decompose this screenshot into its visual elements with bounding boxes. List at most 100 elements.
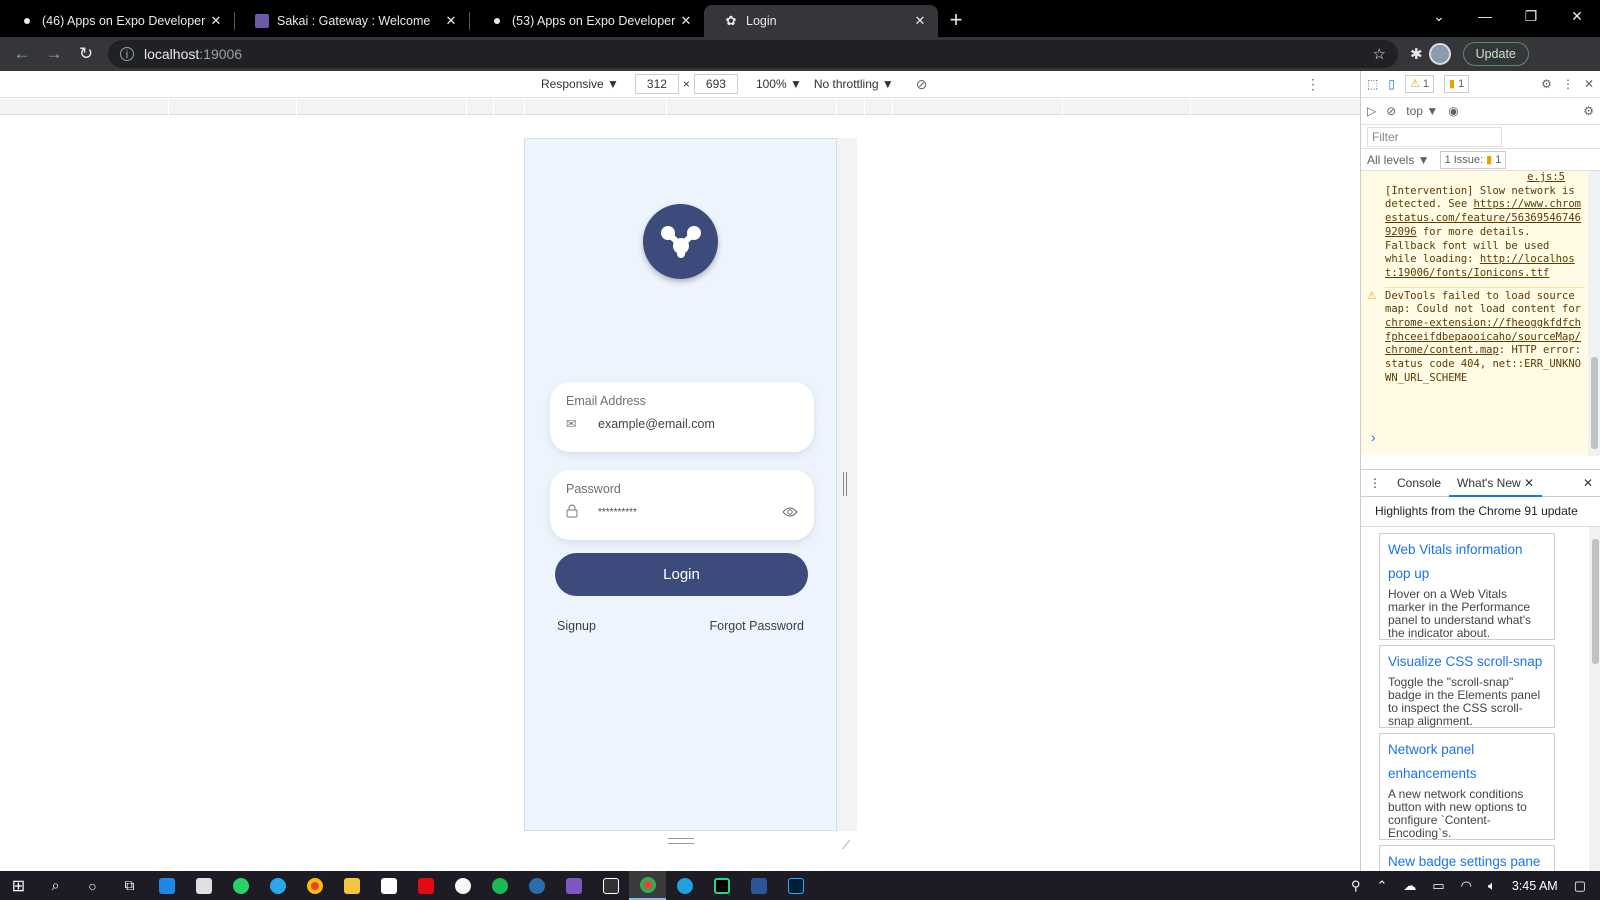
issues-badge[interactable]: ▮ 1 bbox=[1444, 75, 1470, 93]
viewport-resize-handle-right[interactable] bbox=[843, 472, 847, 496]
issues-link[interactable]: 1 Issue: ▮ 1 bbox=[1439, 150, 1507, 169]
mail-app-icon[interactable] bbox=[148, 871, 185, 900]
tab-console[interactable]: Console bbox=[1389, 470, 1449, 497]
cortana-icon[interactable]: ○ bbox=[74, 871, 111, 900]
viewport-resize-corner-icon[interactable]: ⟋ bbox=[842, 838, 850, 853]
telegram-icon[interactable] bbox=[259, 871, 296, 900]
card-badge-settings[interactable]: New badge settings pane bbox=[1379, 845, 1555, 871]
console-prompt-icon[interactable]: › bbox=[1371, 429, 1376, 445]
file-explorer-icon[interactable] bbox=[333, 871, 370, 900]
card-web-vitals[interactable]: Web Vitals information pop up Hover on a… bbox=[1379, 533, 1555, 640]
info-icon[interactable]: i bbox=[120, 47, 134, 61]
minimize-button[interactable]: — bbox=[1462, 8, 1508, 24]
onedrive-icon[interactable]: ☁ bbox=[1403, 878, 1416, 894]
clock[interactable]: 3:45 AM bbox=[1512, 879, 1558, 893]
address-bar[interactable]: i localhost:19006 ☆ bbox=[108, 40, 1398, 68]
bookmark-star-icon[interactable]: ☆ bbox=[1373, 45, 1386, 63]
close-tab-icon[interactable]: ✕ bbox=[443, 13, 459, 29]
viewport-height-input[interactable]: 693 bbox=[693, 74, 738, 94]
new-tab-button[interactable]: + bbox=[938, 5, 974, 37]
notification-center-icon[interactable]: ▢ bbox=[1574, 878, 1586, 894]
close-tab-icon[interactable]: ✕ bbox=[678, 13, 694, 29]
tab-search-icon[interactable]: ⌄ bbox=[1416, 8, 1462, 25]
device-toggle-icon[interactable]: ▯ bbox=[1388, 77, 1395, 91]
task-view-icon[interactable]: ⧉ bbox=[111, 871, 148, 900]
log-levels-select[interactable]: All levels ▼ bbox=[1367, 153, 1430, 167]
gaming-app-icon[interactable] bbox=[555, 871, 592, 900]
video-app-icon[interactable] bbox=[370, 871, 407, 900]
photoshop-icon[interactable] bbox=[777, 871, 814, 900]
password-field[interactable]: Password ********** bbox=[550, 470, 814, 540]
inspect-element-icon[interactable]: ⬚ bbox=[1367, 77, 1378, 91]
console-filter-input[interactable]: Filter bbox=[1367, 127, 1502, 147]
restore-button[interactable]: ❐ bbox=[1508, 8, 1554, 25]
tab-whats-new[interactable]: What's New ✕ bbox=[1449, 470, 1543, 497]
forgot-password-link[interactable]: Forgot Password bbox=[710, 619, 804, 633]
whatsapp-icon[interactable] bbox=[222, 871, 259, 900]
card-title[interactable]: Web Vitals information pop up bbox=[1388, 538, 1546, 586]
show-password-eye-icon[interactable] bbox=[782, 506, 798, 521]
itunes-icon[interactable] bbox=[444, 871, 481, 900]
edge-icon[interactable] bbox=[666, 871, 703, 900]
close-tab-icon[interactable]: ✕ bbox=[912, 13, 928, 29]
viewport-resize-handle-bottom[interactable] bbox=[668, 838, 694, 844]
volume-icon[interactable]: 🔈︎ bbox=[1488, 878, 1496, 894]
tab-expo-apps-1[interactable]: (46) Apps on Expo Developer Too ✕ bbox=[0, 5, 234, 37]
close-drawer-icon[interactable]: ✕ bbox=[1583, 476, 1593, 490]
media-app-icon[interactable] bbox=[592, 871, 629, 900]
update-button[interactable]: Update bbox=[1462, 42, 1529, 66]
windows-start-icon[interactable]: ⊞ bbox=[0, 871, 37, 900]
throttling-select[interactable]: No throttling ▼ bbox=[814, 77, 894, 91]
people-icon[interactable]: ⚲ bbox=[1351, 878, 1361, 894]
card-network-panel[interactable]: Network panel enhancements A new network… bbox=[1379, 733, 1555, 840]
live-expression-eye-icon[interactable]: ◉ bbox=[1448, 104, 1458, 118]
battery-icon[interactable]: ▭ bbox=[1432, 878, 1444, 894]
app-icon[interactable] bbox=[518, 871, 555, 900]
viewport-width-input[interactable]: 312 bbox=[634, 74, 679, 94]
chrome-active-icon[interactable] bbox=[629, 871, 666, 900]
settings-gear-icon[interactable]: ⚙ bbox=[1541, 77, 1552, 91]
clear-console-icon[interactable]: ⊘ bbox=[1386, 104, 1396, 118]
media-query-ruler[interactable] bbox=[0, 99, 1360, 115]
close-window-button[interactable]: ✕ bbox=[1554, 8, 1600, 25]
webstorm-icon[interactable] bbox=[703, 871, 740, 900]
forward-icon[interactable]: → bbox=[38, 44, 70, 64]
spotify-icon[interactable] bbox=[481, 871, 518, 900]
card-title[interactable]: New badge settings pane bbox=[1388, 850, 1546, 871]
device-menu-icon[interactable]: ⋮ bbox=[1306, 76, 1320, 93]
email-field[interactable]: Email Address ✉ example@email.com bbox=[550, 382, 814, 452]
whats-new-scrollbar[interactable] bbox=[1589, 527, 1600, 871]
source-link[interactable]: e.js:5 bbox=[1527, 171, 1565, 183]
show-hidden-icons-chevron-icon[interactable]: ⌃ bbox=[1376, 878, 1387, 894]
email-input[interactable]: example@email.com bbox=[598, 417, 715, 431]
drawer-menu-icon[interactable]: ⋮ bbox=[1361, 470, 1389, 497]
back-icon[interactable]: ← bbox=[6, 44, 38, 64]
more-options-icon[interactable]: ⋮ bbox=[1562, 77, 1574, 91]
netflix-icon[interactable] bbox=[407, 871, 444, 900]
context-select[interactable]: top ▼ bbox=[1406, 104, 1438, 118]
store-icon[interactable] bbox=[185, 871, 222, 900]
console-settings-icon[interactable]: ⚙ bbox=[1583, 104, 1594, 118]
console-scrollbar[interactable] bbox=[1588, 171, 1600, 456]
sidebar-toggle-icon[interactable]: ▷ bbox=[1367, 104, 1376, 118]
login-button[interactable]: Login bbox=[555, 553, 808, 596]
tab-expo-apps-2[interactable]: (53) Apps on Expo Developer Too ✕ bbox=[470, 5, 704, 37]
card-title[interactable]: Visualize CSS scroll-snap bbox=[1388, 650, 1546, 674]
warnings-badge[interactable]: ⚠ 1 bbox=[1404, 75, 1435, 93]
word-icon[interactable] bbox=[740, 871, 777, 900]
search-icon[interactable]: ⌕ bbox=[37, 871, 74, 900]
device-select[interactable]: Responsive ▼ bbox=[541, 77, 619, 91]
extensions-icon[interactable]: ✱ bbox=[1410, 45, 1423, 63]
rotate-icon[interactable]: ⊘ bbox=[916, 76, 928, 93]
avatar[interactable] bbox=[1428, 43, 1451, 65]
card-css-scroll-snap[interactable]: Visualize CSS scroll-snap Toggle the "sc… bbox=[1379, 645, 1555, 728]
close-tab-icon[interactable]: ✕ bbox=[208, 13, 224, 29]
zoom-select[interactable]: 100% ▼ bbox=[756, 77, 802, 91]
signup-link[interactable]: Signup bbox=[557, 619, 596, 633]
close-devtools-icon[interactable]: ✕ bbox=[1584, 77, 1594, 91]
reload-icon[interactable]: ↻ bbox=[70, 44, 102, 64]
tab-login[interactable]: ✿ Login ✕ bbox=[704, 5, 938, 37]
card-title[interactable]: Network panel enhancements bbox=[1388, 738, 1546, 786]
wifi-icon[interactable]: ◠ bbox=[1461, 878, 1472, 894]
tab-sakai-gateway[interactable]: Sakai : Gateway : Welcome ✕ bbox=[235, 5, 469, 37]
